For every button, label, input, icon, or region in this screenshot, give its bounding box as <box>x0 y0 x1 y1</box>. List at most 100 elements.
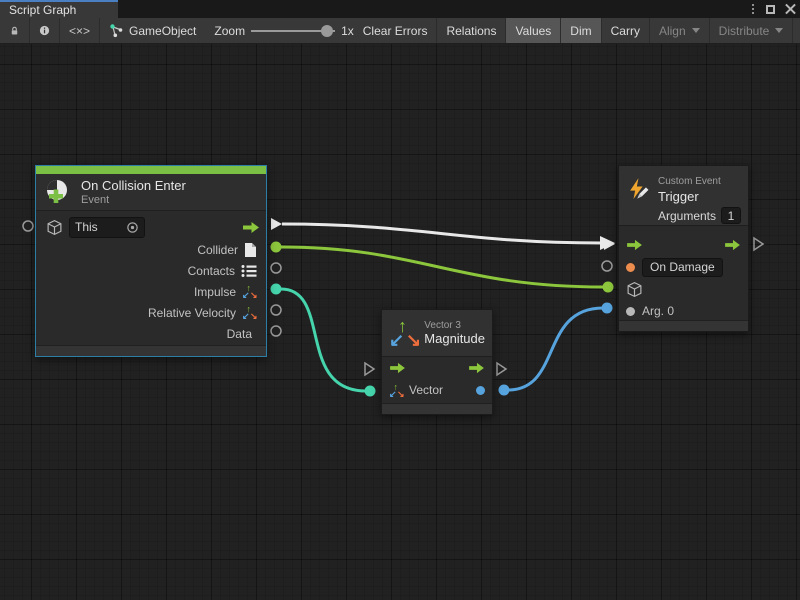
zoom-slider-handle[interactable] <box>321 25 333 37</box>
event-name-row: On Damage <box>619 256 748 278</box>
node-header: ↑↙↘ Vector 3 Magnitude <box>382 310 492 357</box>
port-contacts-output[interactable] <box>271 263 281 273</box>
zoom-value: 1x <box>341 24 354 38</box>
port-label: Collider <box>197 243 238 257</box>
target-row: This <box>36 215 266 239</box>
gameobject-label: GameObject <box>129 24 196 38</box>
lock-button[interactable] <box>0 18 30 43</box>
values-toggle[interactable]: Values <box>506 18 561 43</box>
target-value: This <box>75 220 98 234</box>
node-body: On Damage Arg. 0 <box>619 226 748 322</box>
port-label: Data <box>227 327 252 341</box>
node-footer <box>619 320 748 331</box>
unity-script-graph-window: Script Graph <×> <box>0 0 800 600</box>
node-type-label: Vector 3 <box>424 320 485 331</box>
graph-canvas[interactable]: On Collision Enter Event This <box>0 44 800 600</box>
carry-button[interactable]: Carry <box>602 18 650 43</box>
node-vector3-magnitude[interactable]: ↑↙↘ Vector 3 Magnitude ↑↙↘ Vector <box>381 309 493 415</box>
overview-button[interactable]: Overv <box>793 18 800 43</box>
zoom-slider[interactable] <box>251 30 335 32</box>
cube-icon <box>46 219 63 236</box>
flow-input-arrow-icon <box>389 362 406 374</box>
zoom-control: Zoom 1x <box>205 18 353 43</box>
wire-flow[interactable] <box>282 224 601 243</box>
port-magnitude-output[interactable] <box>499 385 510 396</box>
event-icon <box>44 178 72 206</box>
port-label: Impulse <box>194 285 236 299</box>
tab-script-graph[interactable]: Script Graph <box>0 0 118 18</box>
graph-toolbar: <×> GameObject Zoom 1x Clear Errors Rela… <box>0 18 800 44</box>
chevron-down-icon <box>775 28 783 33</box>
node-on-collision-enter[interactable]: On Collision Enter Event This <box>35 165 267 357</box>
relations-button[interactable]: Relations <box>437 18 506 43</box>
port-magnitude-flow-output[interactable] <box>497 363 506 375</box>
maximize-icon[interactable] <box>766 5 775 14</box>
port-relative-velocity-output[interactable] <box>271 305 281 315</box>
flow-row <box>382 357 492 379</box>
port-row-data: Data <box>36 323 266 344</box>
port-event-name-input[interactable] <box>602 261 612 271</box>
flow-output-arrow-icon <box>468 362 485 374</box>
arguments-row: Arguments 1 <box>658 207 741 224</box>
port-trigger-flow-input[interactable] <box>604 238 615 250</box>
port-label: Contacts <box>188 264 235 278</box>
arguments-label: Arguments <box>658 209 716 223</box>
window-menu-icon[interactable] <box>750 2 756 16</box>
info-button[interactable] <box>30 18 60 43</box>
port-impulse-output[interactable] <box>271 284 282 295</box>
node-title: Magnitude <box>424 331 485 346</box>
port-trigger-flow-output[interactable] <box>754 238 763 250</box>
event-name-field[interactable]: On Damage <box>642 258 723 277</box>
port-flow-output[interactable] <box>271 218 282 230</box>
port-magnitude-flow-input[interactable] <box>365 363 374 375</box>
code-icon: <×> <box>69 24 90 38</box>
chevron-down-icon <box>692 28 700 33</box>
window-controls <box>750 0 796 18</box>
port-data-output[interactable] <box>271 326 281 336</box>
arguments-field[interactable]: 1 <box>721 207 741 224</box>
port-row-collider: Collider <box>36 239 266 260</box>
vector-input-row: ↑↙↘ Vector <box>382 379 492 401</box>
port-label: Vector <box>409 383 443 397</box>
flow-row <box>619 234 748 256</box>
distribute-dropdown[interactable]: Distribute <box>710 18 794 43</box>
wire-magnitude-to-arg0[interactable] <box>508 308 603 390</box>
wire-impulse-to-vector[interactable] <box>281 289 366 391</box>
collider-icon <box>244 242 257 258</box>
node-title: Trigger <box>658 189 741 204</box>
port-row-contacts: Contacts <box>36 260 266 281</box>
code-preview-button[interactable]: <×> <box>60 18 100 43</box>
port-row-impulse: Impulse ↑↙↘ <box>36 281 266 302</box>
arg0-row: Arg. 0 <box>619 300 748 322</box>
port-collider-output[interactable] <box>271 242 282 253</box>
node-trigger-custom-event[interactable]: Custom Event Trigger Arguments 1 <box>618 165 749 332</box>
node-body: This Collider <box>36 211 266 344</box>
graph-icon <box>109 23 124 38</box>
wire-collider-to-gameobject[interactable] <box>281 247 604 287</box>
zoom-label: Zoom <box>214 24 245 38</box>
dim-toggle[interactable]: Dim <box>561 18 601 43</box>
vector3-icon: ↑↙↘ <box>389 383 404 398</box>
port-arg0-input[interactable] <box>602 303 613 314</box>
clear-errors-button[interactable]: Clear Errors <box>354 18 438 43</box>
arg0-input-dot <box>626 307 635 316</box>
node-footer <box>382 403 492 414</box>
cube-icon <box>626 281 643 298</box>
node-type-label: Custom Event <box>658 176 741 187</box>
object-picker-icon[interactable] <box>126 221 139 234</box>
vector3-icon: ↑↙↘ <box>242 305 257 320</box>
node-subtitle: Event <box>81 194 186 206</box>
close-icon[interactable] <box>785 4 796 15</box>
tab-bar: Script Graph <box>0 0 800 18</box>
event-color-bar <box>36 166 266 174</box>
flow-output-arrow-icon <box>242 221 260 234</box>
node-header: On Collision Enter Event <box>36 174 266 211</box>
target-field[interactable]: This <box>69 217 145 238</box>
info-icon <box>39 23 50 38</box>
port-event-target-input[interactable] <box>23 221 33 231</box>
port-vector-input[interactable] <box>365 386 376 397</box>
align-dropdown[interactable]: Align <box>650 18 710 43</box>
gameobject-breadcrumb[interactable]: GameObject <box>100 18 205 43</box>
string-input-dot <box>626 263 635 272</box>
port-trigger-target-input[interactable] <box>603 282 614 293</box>
